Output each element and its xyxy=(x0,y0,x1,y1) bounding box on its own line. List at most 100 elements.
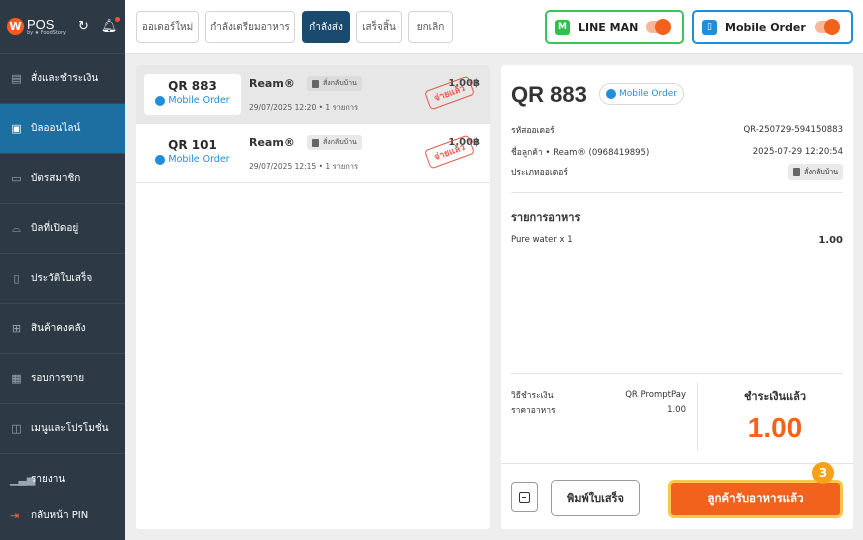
order-code-card: QR 883 Mobile Order xyxy=(144,74,241,115)
app-logo: W POS by ★ FoodStory xyxy=(7,18,66,36)
order-code: QR 883 xyxy=(168,79,217,93)
customer-label: ชื่อลูกค้า • Ream® (0968419895) xyxy=(511,148,650,158)
back-pin-label: กลับหน้า PIN xyxy=(31,509,89,521)
customer-row: ชื่อลูกค้า • Ream® (0968419895) 2025-07-… xyxy=(511,145,843,159)
tab-new-order[interactable]: ออเดอร์ใหม่ xyxy=(136,11,199,43)
lineman-channel: M LINE MAN xyxy=(545,10,684,44)
open-bill-icon: ⌓ xyxy=(12,221,21,235)
order-meta: 29/07/2025 12:20 • 1 รายการ xyxy=(249,103,358,112)
food-item-price: 1.00 xyxy=(818,235,843,246)
tab-preparing[interactable]: กำลังเตรียมอาหาร xyxy=(205,11,295,43)
divider xyxy=(697,383,698,451)
lineman-icon: M xyxy=(555,19,570,35)
food-price: 1.00 xyxy=(667,404,686,415)
sidebar-item-label: เมนูและโปรโมชั่น xyxy=(31,423,109,434)
top-bar: ออเดอร์ใหม่ กำลังเตรียมอาหาร กำลังส่ง เส… xyxy=(125,0,863,54)
sales-round-icon: ▦ xyxy=(11,372,22,385)
inventory-icon: ⊞ xyxy=(11,322,22,335)
order-type-tag: สั่งกลับบ้าน xyxy=(788,164,843,180)
sidebar-item-open-bill[interactable]: ⌓ บิลที่เปิดอยู่ xyxy=(0,204,125,254)
sidebar-item-report[interactable]: ▁▃▅ รายงาน xyxy=(0,465,125,493)
food-price-label: ราคาอาหาร xyxy=(511,405,556,416)
menu-promo-icon: ◫ xyxy=(11,422,22,435)
sidebar-item-member-card[interactable]: ▭ บัตรสมาชิก xyxy=(0,154,125,204)
sidebar-item-menu-promo[interactable]: ◫ เมนูและโปรโมชั่น xyxy=(0,404,125,454)
order-source: Mobile Order xyxy=(144,95,241,106)
member-card-icon: ▭ xyxy=(11,172,22,185)
notification-dot xyxy=(115,17,121,22)
paid-amount: 1.00 xyxy=(747,412,803,443)
takeaway-bag-icon xyxy=(312,138,319,147)
back-to-pin-button[interactable]: ⇥ กลับหน้า PIN xyxy=(0,501,125,529)
sidebar-item-receipt-history[interactable]: ▯ ประวัติใบเสร็จ xyxy=(0,254,125,304)
payment-method: QR PromptPay xyxy=(625,389,686,400)
tab-cancelled[interactable]: ยกเลิก xyxy=(408,11,453,43)
mobile-order-label: Mobile Order xyxy=(725,20,806,34)
order-meta: 29/07/2025 12:15 • 1 รายการ xyxy=(249,162,358,171)
takeaway-bag-icon xyxy=(312,79,319,88)
payment-summary: วิธีชำระเงิน QR PromptPay ราคาอาหาร 1.00 xyxy=(511,387,686,417)
sidebar-item-label: บิลออนไลน์ xyxy=(31,123,81,134)
paid-label: ชำระเงินแล้ว xyxy=(743,390,807,403)
print-receipt-button[interactable]: พิมพ์ใบเสร็จ xyxy=(551,480,640,516)
app-name: POS xyxy=(27,16,55,32)
report-chart-icon: ▁▃▅ xyxy=(10,472,36,486)
order-list: QR 883 Mobile Order Ream® สั่งกลับบ้าน 2… xyxy=(136,65,490,529)
sidebar-item-online-bill[interactable]: ▣ บิลออนไลน์ xyxy=(0,104,125,154)
divider xyxy=(511,192,843,193)
mobile-order-channel: ▯ Mobile Order xyxy=(692,10,853,44)
order-code: QR 101 xyxy=(168,138,217,152)
receipt-history-icon: ▯ xyxy=(13,272,20,285)
order-type-tag: สั่งกลับบ้าน xyxy=(307,135,362,150)
sidebar-item-label: รอบการขาย xyxy=(31,373,85,384)
mobile-order-toggle[interactable] xyxy=(815,19,840,35)
sidebar-item-label: บิลที่เปิดอยู่ xyxy=(31,223,79,234)
order-number-row: รหัสออเดอร์ QR-250729-594150883 xyxy=(511,123,843,137)
mobile-phone-icon: ▯ xyxy=(702,19,717,35)
customer-name: Ream® xyxy=(249,136,295,149)
order-type-label: ประเภทออเดอร์ xyxy=(511,168,568,178)
food-item-row: Pure water x 1 1.00 xyxy=(511,235,843,246)
customer-received-button[interactable]: ลูกค้ารับอาหารแล้ว xyxy=(668,480,843,518)
order-row[interactable]: QR 101 Mobile Order Ream® สั่งกลับบ้าน 2… xyxy=(136,124,490,183)
order-type-row: ประเภทออเดอร์ สั่งกลับบ้าน xyxy=(511,164,843,180)
brand-bar: W POS by ★ FoodStory ↻ 🔔︎ xyxy=(0,0,125,54)
divider xyxy=(511,373,843,374)
lineman-label: LINE MAN xyxy=(578,20,639,34)
order-pay-icon: ▤ xyxy=(11,72,22,85)
items-title: รายการอาหาร xyxy=(511,211,581,224)
order-number-label: รหัสออเดอร์ xyxy=(511,126,555,136)
mobile-order-icon xyxy=(155,95,166,106)
refresh-icon[interactable]: ↻ xyxy=(78,19,89,34)
sidebar-item-label: สินค้าคงคลัง xyxy=(31,323,86,334)
tab-delivering[interactable]: กำลังส่ง xyxy=(302,11,350,43)
order-number: QR-250729-594150883 xyxy=(743,125,843,135)
cash-drawer-button[interactable] xyxy=(511,482,538,512)
exit-icon: ⇥ xyxy=(10,508,20,522)
takeaway-bag-icon xyxy=(793,168,801,176)
order-code-card: QR 101 Mobile Order xyxy=(144,133,241,174)
logo-mark: W xyxy=(7,18,24,35)
order-source: Mobile Order xyxy=(144,154,241,165)
sidebar-item-order-pay[interactable]: ▤ สั่งและชำระเงิน xyxy=(0,54,125,104)
lineman-toggle[interactable] xyxy=(646,19,671,35)
sidebar-item-sales-round[interactable]: ▦ รอบการขาย xyxy=(0,354,125,404)
customer-name: Ream® xyxy=(249,77,295,90)
order-row[interactable]: QR 883 Mobile Order Ream® สั่งกลับบ้าน 2… xyxy=(136,65,490,124)
mobile-order-icon xyxy=(155,154,166,165)
sidebar-item-inventory[interactable]: ⊞ สินค้าคงคลัง xyxy=(0,304,125,354)
mobile-order-icon xyxy=(606,89,616,99)
sidebar: W POS by ★ FoodStory ↻ 🔔︎ ▤ สั่งและชำระเ… xyxy=(0,0,125,540)
online-bill-icon: ▣ xyxy=(11,122,22,135)
detail-footer: พิมพ์ใบเสร็จ ลูกค้ารับอาหารแล้ว xyxy=(501,463,853,529)
order-type-tag: สั่งกลับบ้าน xyxy=(307,76,362,91)
sidebar-item-label: ประวัติใบเสร็จ xyxy=(31,273,93,284)
report-label: รายงาน xyxy=(31,473,66,485)
detail-source-badge: Mobile Order xyxy=(599,83,684,105)
payment-method-label: วิธีชำระเงิน xyxy=(511,390,554,401)
tab-completed[interactable]: เสร็จสิ้น xyxy=(356,11,402,43)
app-byline: by ★ FoodStory xyxy=(27,29,66,36)
notification-bell-icon[interactable]: 🔔︎ xyxy=(101,17,121,34)
cash-drawer-icon xyxy=(519,491,530,503)
order-datetime: 2025-07-29 12:20:54 xyxy=(752,147,843,157)
